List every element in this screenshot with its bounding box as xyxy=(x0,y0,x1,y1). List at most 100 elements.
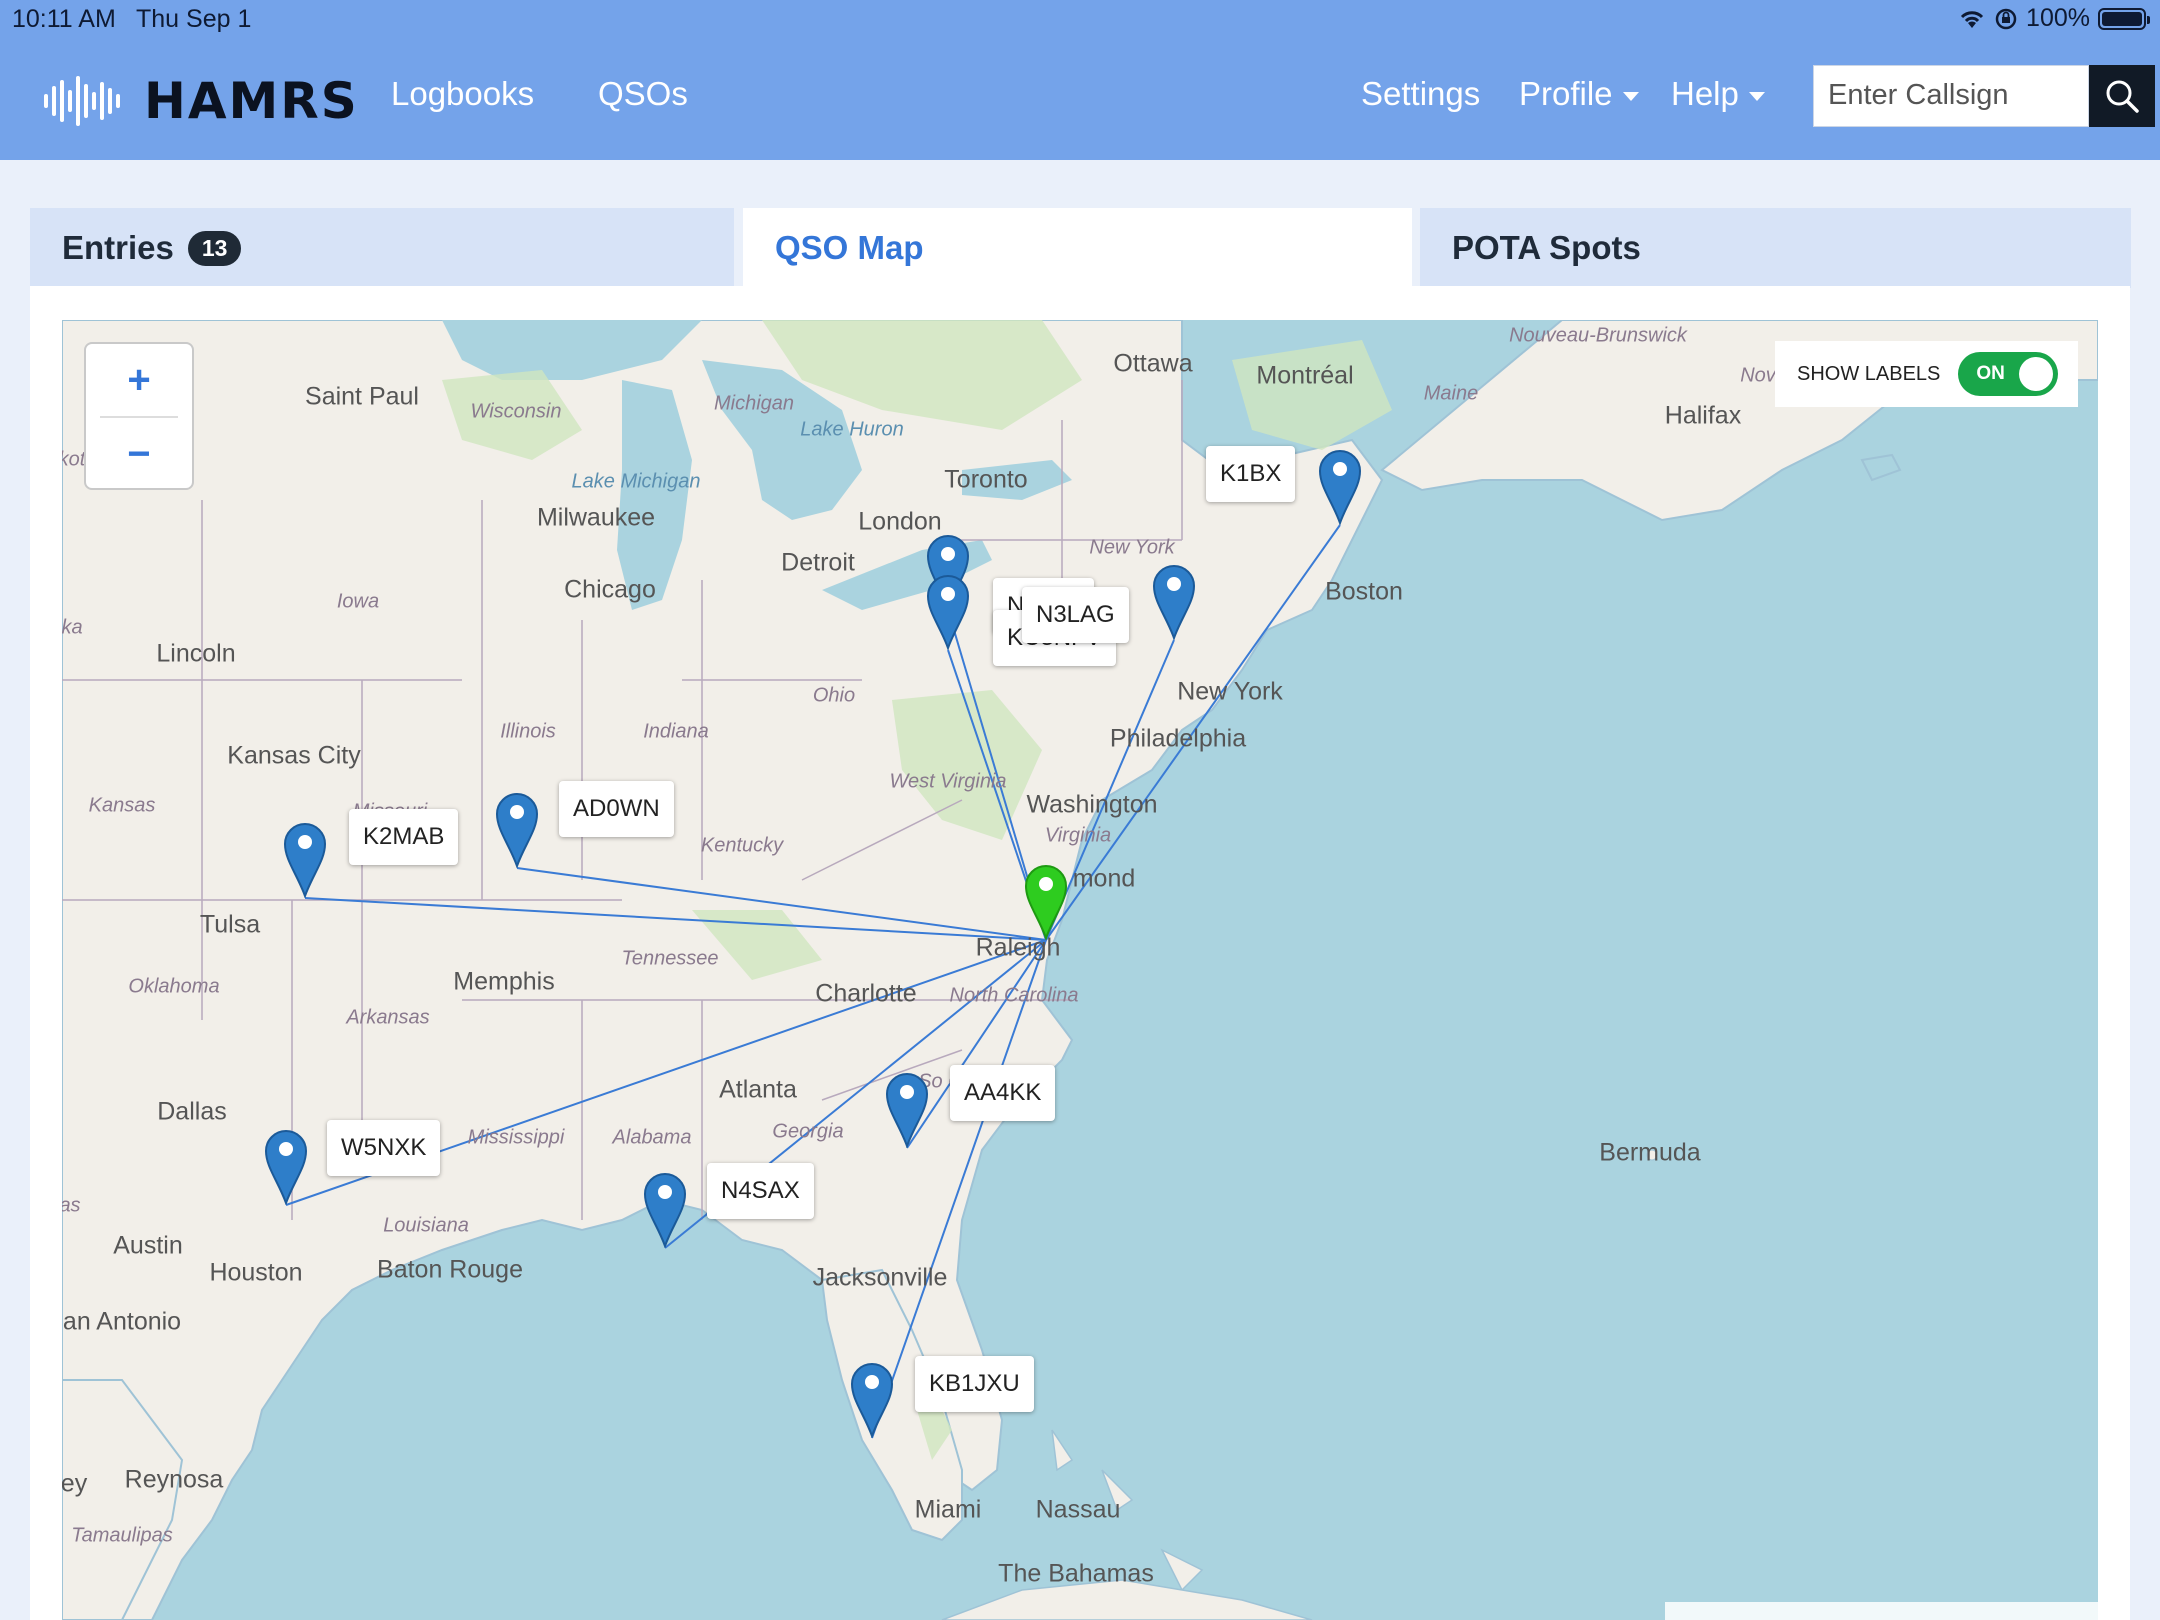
callout-k1bx[interactable]: K1BX xyxy=(1206,446,1296,502)
place-virginia: Virginia xyxy=(1044,824,1112,847)
place-the-bahamas: The Bahamas xyxy=(998,1559,1154,1588)
map-base xyxy=(62,320,2098,1620)
callout-aa4kk[interactable]: AA4KK xyxy=(950,1065,1056,1121)
battery-icon xyxy=(2098,7,2150,30)
place-bermuda: Bermuda xyxy=(1599,1138,1701,1167)
entries-count-badge: 13 xyxy=(187,230,242,266)
place-kentucky: Kentucky xyxy=(700,834,784,857)
callout-n3lag[interactable]: N3LAG xyxy=(1022,587,1129,643)
place-lincoln: Lincoln xyxy=(156,639,236,668)
callout-w5nxk[interactable]: W5NXK xyxy=(327,1120,441,1176)
search-button[interactable] xyxy=(2089,65,2155,127)
place-new-york-city: New York xyxy=(1177,677,1283,706)
place-baton-rouge: Baton Rouge xyxy=(377,1255,523,1284)
place-halifax: Halifax xyxy=(1664,401,1742,430)
pei-lake xyxy=(1860,453,1902,482)
marker-kb1jxu[interactable] xyxy=(850,1360,894,1438)
marker-kc3[interactable] xyxy=(926,572,970,650)
marker-aa4kk[interactable] xyxy=(885,1070,929,1148)
place-tulsa: Tulsa xyxy=(199,910,261,939)
place-chicago: Chicago xyxy=(564,575,656,604)
callout-kb1jxu[interactable]: KB1JXU xyxy=(915,1356,1034,1412)
marker-ad0wn[interactable] xyxy=(495,790,539,868)
place-montreal: Montréal xyxy=(1256,361,1354,390)
zoom-out-button[interactable]: − xyxy=(86,418,192,490)
nav-logbooks[interactable]: Logbooks xyxy=(391,75,534,113)
place-iowa: Iowa xyxy=(336,590,380,613)
status-time: 10:11 AM xyxy=(12,5,116,33)
place-ottawa: Ottawa xyxy=(1113,349,1193,378)
search-icon xyxy=(2106,80,2139,113)
map-zoom-control: + − xyxy=(84,342,194,490)
toggle-knob xyxy=(2019,357,2054,391)
place-indiana: Indiana xyxy=(643,720,709,743)
place-jacksonville: Jacksonville xyxy=(812,1263,948,1292)
status-date: Thu Sep 1 xyxy=(136,5,252,33)
place-illinois: Illinois xyxy=(500,720,556,743)
place-michigan: Michigan xyxy=(713,392,795,415)
nav-profile-dropdown[interactable]: Profile xyxy=(1519,75,1639,113)
place-saint-paul: Saint Paul xyxy=(305,382,419,411)
callout-ad0wn[interactable]: AD0WN xyxy=(559,781,674,837)
place-arkansas: Arkansas xyxy=(346,1006,430,1029)
place-miami: Miami xyxy=(914,1495,982,1524)
place-tennessee: Tennessee xyxy=(621,947,719,970)
brand-name: HAMRS xyxy=(144,72,359,130)
place-mississippi: Mississippi xyxy=(467,1126,565,1149)
nav-settings[interactable]: Settings xyxy=(1361,75,1480,113)
marker-k2mab[interactable] xyxy=(283,820,327,898)
place-san-antonio: an Antonio xyxy=(62,1307,182,1336)
bahamas-islands xyxy=(1006,1358,1204,1592)
marker-w5nxk[interactable] xyxy=(264,1127,308,1205)
status-right: 100% xyxy=(1958,4,2150,33)
callout-k2mab[interactable]: K2MAB xyxy=(349,809,459,865)
place-kansas: Kansas xyxy=(88,794,156,817)
marker-n3lag[interactable] xyxy=(1152,562,1196,640)
place-west-virginia: West Virginia xyxy=(889,770,1007,793)
nav-help-dropdown[interactable]: Help xyxy=(1671,75,1765,113)
place-ka: ka xyxy=(62,616,83,639)
north-america-landmass xyxy=(62,320,1384,1620)
marker-k1bx[interactable] xyxy=(1318,447,1362,525)
tab-qso-map[interactable]: QSO Map xyxy=(743,208,1412,288)
tab-entries[interactable]: Entries 13 xyxy=(30,208,734,288)
tab-entries-label: Entries xyxy=(62,229,174,266)
place-atlanta: Atlanta xyxy=(719,1075,797,1104)
top-navbar: 10:11 AM Thu Sep 1 100% HAMRS Logbooks Q… xyxy=(0,0,2160,160)
place-maine: Maine xyxy=(1423,382,1479,405)
place-north-carolina: North Carolina xyxy=(949,984,1079,1007)
ios-status-bar: 10:11 AM Thu Sep 1 100% xyxy=(0,0,2160,40)
place-philadelphia: Philadelphia xyxy=(1109,724,1247,753)
tab-pota-spots-label: POTA Spots xyxy=(1452,229,1641,266)
show-labels-text: SHOW LABELS xyxy=(1797,362,1941,385)
place-milwaukee: Milwaukee xyxy=(536,503,656,532)
place-louisiana: Louisiana xyxy=(383,1214,469,1237)
qso-map[interactable]: Ottawa Montréal Maine Nouveau-Brunswick … xyxy=(62,320,2098,1620)
place-nassau: Nassau xyxy=(1035,1495,1121,1524)
zoom-in-button[interactable]: + xyxy=(86,344,192,416)
place-ohio: Ohio xyxy=(812,684,856,707)
show-labels-toggle[interactable]: ON xyxy=(1958,352,2059,396)
marker-home-raleigh[interactable] xyxy=(1024,862,1068,940)
place-reynosa: Reynosa xyxy=(124,1465,224,1494)
callsign-search-input[interactable] xyxy=(1814,66,2082,124)
tab-pota-spots[interactable]: POTA Spots xyxy=(1420,208,2131,288)
place-boston: Boston xyxy=(1325,577,1403,606)
place-dallas: Dallas xyxy=(157,1097,227,1126)
place-kansas-city: Kansas City xyxy=(227,741,361,770)
hamrs-logo[interactable]: HAMRS xyxy=(42,72,359,130)
callsign-search xyxy=(1813,65,2089,127)
tab-qso-map-label: QSO Map xyxy=(775,229,924,266)
place-charlotte: Charlotte xyxy=(815,979,917,1008)
marker-n4sax[interactable] xyxy=(643,1170,687,1248)
nav-qsos[interactable]: QSOs xyxy=(598,75,688,113)
place-wisconsin: Wisconsin xyxy=(470,400,562,423)
waveform-logo-icon xyxy=(44,76,120,126)
place-lake-huron: Lake Huron xyxy=(800,418,904,441)
place-nouveau-brunswick: Nouveau-Brunswick xyxy=(1509,324,1687,347)
place-alabama: Alabama xyxy=(612,1126,692,1149)
show-labels-control: SHOW LABELS ON xyxy=(1775,341,2078,407)
place-richmond: mond xyxy=(1072,864,1136,893)
toggle-state-text: ON xyxy=(1976,363,2005,384)
callout-n4sax[interactable]: N4SAX xyxy=(707,1163,814,1219)
